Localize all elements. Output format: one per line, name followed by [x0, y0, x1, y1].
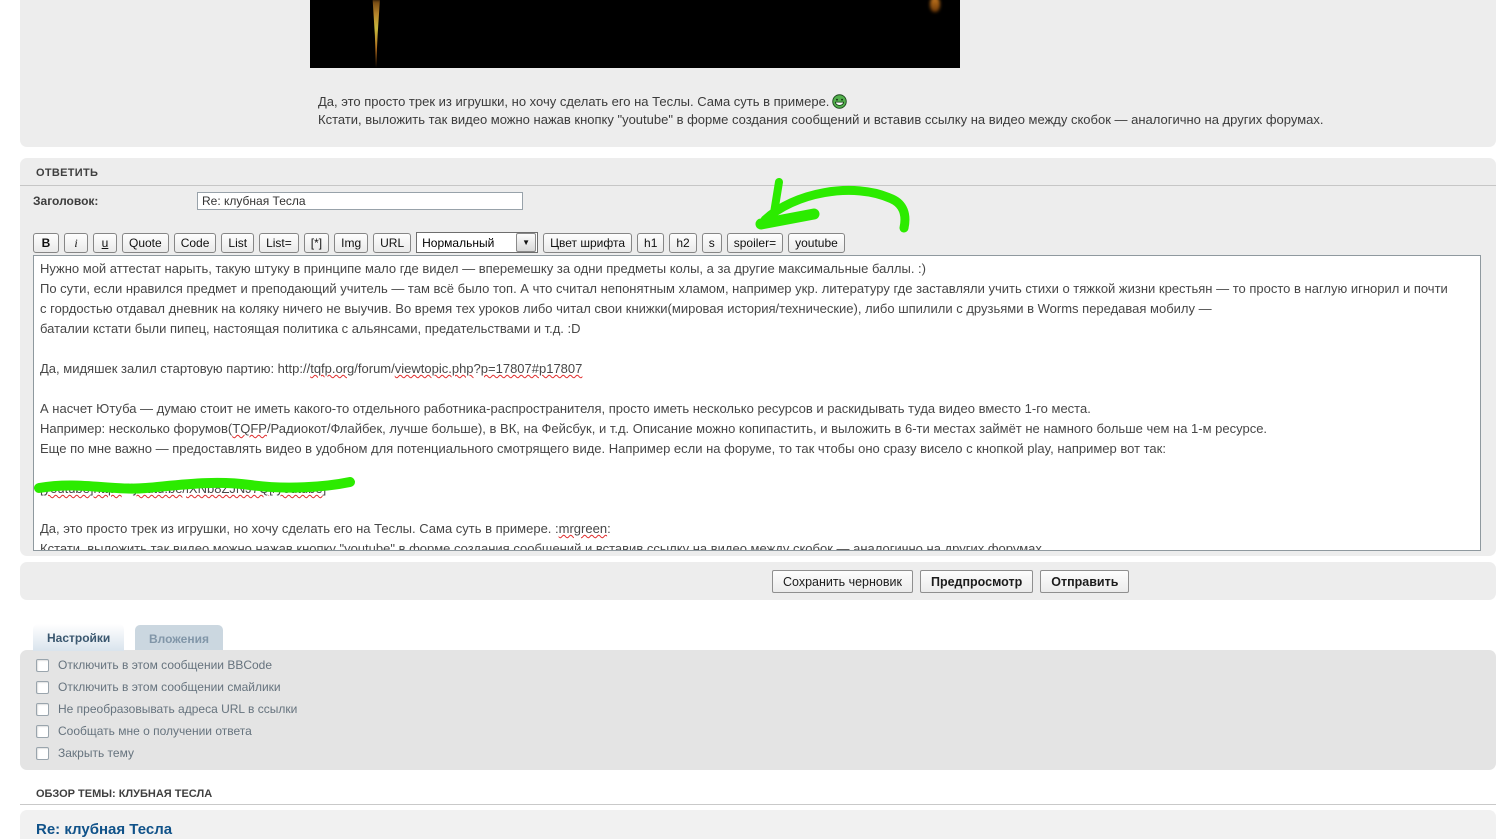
message-line: [40, 379, 1474, 399]
message-line: Нужно мой аттестат нарыть, такую штуку в…: [40, 261, 926, 276]
tesla-spark-small-image: [930, 0, 940, 12]
bbcode-button-h1[interactable]: h1: [637, 232, 665, 253]
preview-text-line: Кстати, выложить так видео можно нажав к…: [318, 112, 1324, 127]
message-line: Например: несколько форумов(TQFP/Радиоко…: [40, 421, 1268, 436]
bbcode-button-list-item[interactable]: [*]: [303, 232, 330, 253]
option-row-notify-reply: Сообщать мне о получении ответа: [36, 724, 252, 738]
youtube-video-embed[interactable]: [310, 0, 960, 68]
bbcode-button-strike[interactable]: s: [701, 232, 722, 253]
bbcode-button-font-color[interactable]: Цвет шрифта: [543, 232, 633, 253]
green-arrow-annotation: [755, 178, 910, 233]
bbcode-button-underline[interactable]: u: [93, 232, 117, 253]
message-line: Да, мидяшек залил стартовую партию: http…: [40, 361, 583, 376]
topic-review-panel: Re: клубная Тесла: [20, 810, 1496, 839]
message-line: Еще по мне важно — предоставлять видео в…: [40, 441, 1166, 456]
message-line: Кстати, выложить так видео можно нажав к…: [40, 541, 1046, 551]
checkbox-label-lock-topic[interactable]: Закрыть тему: [58, 746, 134, 760]
post-preview-panel: Да, это просто трек из игрушки, но хочу …: [20, 0, 1496, 147]
checkbox-disable-bbcode[interactable]: [36, 658, 49, 672]
tab-settings[interactable]: Настройки: [33, 624, 125, 651]
bbcode-button-img[interactable]: Img: [334, 232, 369, 253]
chevron-down-icon[interactable]: ▼: [516, 233, 537, 252]
message-line: Да, это просто трек из игрушки, но хочу …: [40, 521, 611, 536]
checkbox-label-disable-smilies[interactable]: Отключить в этом сообщении смайлики: [58, 680, 281, 694]
actions-panel: Сохранить черновик Предпросмотр Отправит…: [20, 562, 1496, 600]
reply-form-panel: ОТВЕТИТЬ Заголовок: BiuQuoteCodeListList…: [20, 158, 1496, 556]
message-line: [youtube]https://youtu.be/lXNb8ZJNJ7Q[/y…: [40, 481, 327, 496]
checkbox-label-disable-magic-url[interactable]: Не преобразовывать адреса URL в ссылки: [58, 702, 297, 716]
message-line: [40, 339, 1474, 359]
bbcode-button-italic[interactable]: i: [64, 232, 88, 253]
preview-text-line: Да, это просто трек из игрушки, но хочу …: [318, 93, 848, 111]
posting-options-panel: Отключить в этом сообщении BBCode Отключи…: [20, 650, 1496, 770]
option-row-disable-bbcode: Отключить в этом сообщении BBCode: [36, 658, 272, 672]
bbcode-button-youtube[interactable]: youtube: [788, 232, 845, 253]
subject-input[interactable]: [197, 192, 523, 210]
checkbox-notify-reply[interactable]: [36, 724, 49, 738]
bbcode-button-spoiler[interactable]: spoiler=: [726, 232, 784, 253]
preview-text: Да, это просто трек из игрушки, но хочу …: [318, 94, 830, 109]
tesla-spark-image: [372, 0, 380, 68]
bbcode-button-list[interactable]: List: [221, 232, 255, 253]
topic-review-title: ОБЗОР ТЕМЫ: КЛУБНАЯ ТЕСЛА: [36, 788, 213, 800]
font-size-select[interactable]: Нормальный ▼: [416, 232, 539, 253]
checkbox-lock-topic[interactable]: [36, 746, 49, 760]
message-line: баталии кстати были пипец, настоящая пол…: [40, 321, 581, 336]
section-divider: [20, 804, 1496, 805]
reply-section-title: ОТВЕТИТЬ: [36, 167, 99, 179]
message-line: [40, 459, 1474, 479]
submit-button[interactable]: Отправить: [1040, 570, 1130, 593]
bbcode-button-quote[interactable]: Quote: [122, 232, 169, 253]
bbcode-button-url[interactable]: URL: [373, 232, 412, 253]
option-row-disable-smilies: Отключить в этом сообщении смайлики: [36, 680, 281, 694]
font-size-selected-value: Нормальный: [422, 235, 495, 250]
save-draft-button[interactable]: Сохранить черновик: [772, 570, 913, 593]
option-row-disable-magic-url: Не преобразовывать адреса URL в ссылки: [36, 702, 297, 716]
topic-review-post-title[interactable]: Re: клубная Тесла: [36, 821, 172, 838]
message-line: с гордостью отдавал дневник на коляку ни…: [40, 301, 1212, 316]
bbcode-button-code[interactable]: Code: [173, 232, 217, 253]
message-line: По сути, если нравился предмет и препода…: [40, 281, 1448, 296]
message-textarea[interactable]: Нужно мой аттестат нарыть, такую штуку в…: [33, 255, 1481, 551]
bbcode-button-list-eq[interactable]: List=: [259, 232, 299, 253]
tab-attachments[interactable]: Вложения: [135, 625, 223, 651]
checkbox-disable-magic-url[interactable]: [36, 702, 49, 716]
preview-button[interactable]: Предпросмотр: [919, 570, 1034, 593]
bbcode-button-bold[interactable]: B: [33, 232, 59, 253]
checkbox-disable-smilies[interactable]: [36, 680, 49, 694]
section-divider: [20, 185, 1496, 186]
actions-row: Сохранить черновик Предпросмотр Отправит…: [772, 570, 1130, 593]
message-line: [40, 499, 1474, 519]
option-row-lock-topic: Закрыть тему: [36, 746, 134, 760]
bbcode-toolbar: Bi u Quote Code List List= [*] Img URL Нормальный…: [33, 232, 845, 253]
mrgreen-smiley-icon: [832, 94, 848, 109]
forum-reply-page: Да, это просто трек из игрушки, но хочу …: [0, 0, 1496, 839]
bbcode-button-h2[interactable]: h2: [669, 232, 697, 253]
subject-label: Заголовок:: [33, 194, 99, 208]
checkbox-label-disable-bbcode[interactable]: Отключить в этом сообщении BBCode: [58, 658, 272, 672]
checkbox-label-notify-reply[interactable]: Сообщать мне о получении ответа: [58, 724, 252, 738]
message-line: А насчет Ютуба — думаю стоит не иметь ка…: [40, 401, 1091, 416]
